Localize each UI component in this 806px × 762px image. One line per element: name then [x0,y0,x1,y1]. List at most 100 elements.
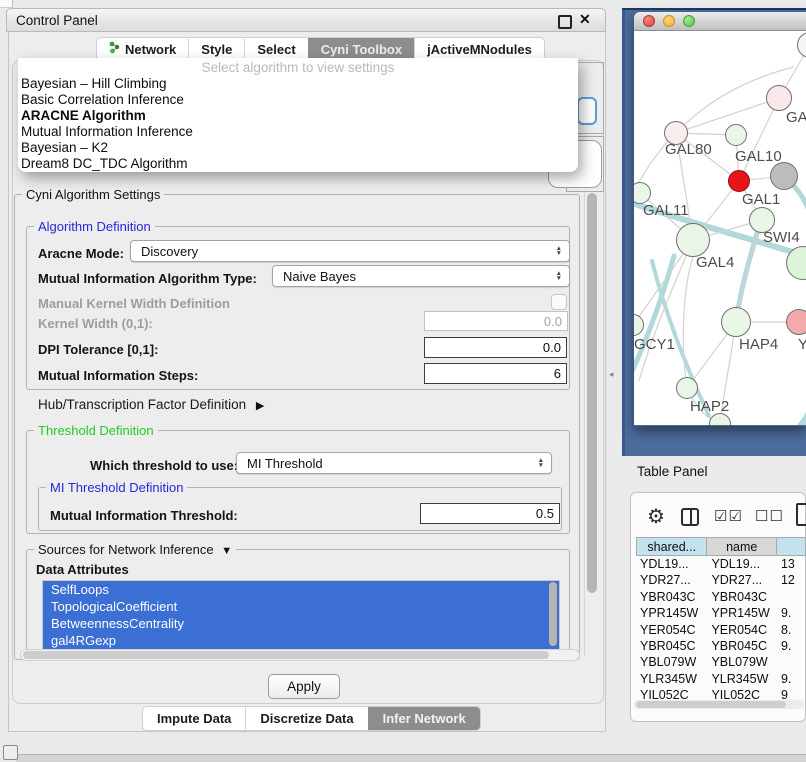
mi-steps-input[interactable]: 6 [424,363,567,384]
tab-label: Network [125,42,176,57]
data-attributes-list[interactable]: SelfLoopsTopologicalCoefficientBetweenne… [42,580,560,650]
screenshot-stage: Control Panel ✕ NetworkStyleSelectCyni T… [0,0,806,762]
node-hap4[interactable] [721,307,751,337]
bottom-tab-impute-data[interactable]: Impute Data [143,707,245,730]
minimize-traffic-light[interactable] [663,15,675,27]
table-cell: 9. [777,671,806,687]
tab-select[interactable]: Select [244,38,307,60]
node-label-gal80: GAL80 [665,141,712,158]
mi-threshold-label: Mutual Information Threshold: [50,508,238,523]
close-icon[interactable]: ✕ [579,11,591,28]
node-selected-red[interactable] [728,170,750,192]
table-row[interactable]: YDL19...YDL19...13 [636,556,806,572]
bottom-tab-discretize-data[interactable]: Discretize Data [245,707,367,730]
node-label-hap4: HAP4 [739,336,778,353]
column-layout-icon[interactable] [681,508,699,526]
attribute-item[interactable]: BetweennessCentrality [43,615,559,632]
settings-horizontal-scrollbar-thumb[interactable] [23,651,549,659]
kernel-width-input[interactable]: 0.0 [424,311,568,331]
tab-label: Select [257,42,295,57]
bottom-tab-infer-network[interactable]: Infer Network [368,707,480,730]
table-cell: YDR27... [707,572,777,588]
attribute-item[interactable]: gal4RGexp [43,632,559,649]
deselect-checkboxes-icon[interactable]: ☐☐ [755,507,784,525]
node-gray[interactable] [770,162,798,190]
table-row[interactable]: YER054CYER054C8. [636,622,806,638]
expanded-arrow-icon: ▼ [221,545,232,557]
node-label-gal10: GAL10 [735,148,782,165]
panel-resize-handle[interactable]: ◂ [609,369,614,380]
dropdown-item[interactable]: Dream8 DC_TDC Algorithm [18,156,578,172]
tab-network[interactable]: Network [97,38,188,60]
close-traffic-light[interactable] [643,15,655,27]
apply-button[interactable]: Apply [268,674,340,699]
node-label-y: Y [798,336,806,353]
dropdown-item[interactable]: Mutual Information Inference [18,124,578,140]
focused-combo-stepper-fragment[interactable] [577,97,597,125]
dpi-tolerance-input[interactable]: 0.0 [424,337,567,358]
node-gal-cut[interactable] [766,85,792,111]
node-gal10[interactable] [725,124,747,146]
network-canvas[interactable]: GALGAL80GAL10GAL1GAL11SWI4GAL4GCY1HAP4YH… [634,31,806,425]
hub-definition-toggle[interactable]: Hub/Transcription Factor Definition ▶ [38,397,264,412]
table-row[interactable]: YDR27...YDR27...12 [636,572,806,588]
settings-scrollbar-thumb[interactable] [587,193,597,593]
stepper-icon: ▲▼ [556,246,569,256]
table-cell: YDL19... [636,556,707,572]
mi-threshold-input[interactable]: 0.5 [420,503,560,524]
table-panel-title: Table Panel [637,464,708,479]
sources-title: Sources for Network Inference [38,542,214,557]
table-cell: YLR345W [636,671,707,687]
attribute-item[interactable]: TopologicalCoefficient [43,598,559,615]
which-threshold-select[interactable]: MI Threshold ▲▼ [236,452,552,474]
dropdown-placeholder: Select algorithm to view settings [18,60,578,76]
bottom-tabbar: Impute DataDiscretize DataInfer Network [142,706,481,731]
table-row[interactable]: YBR045CYBR045C9. [636,638,806,654]
float-window-icon[interactable] [558,15,572,29]
collapsed-arrow-icon: ▶ [256,400,264,412]
attributes-list-scrollbar-thumb[interactable] [549,582,557,646]
table-cell: YBL079W [636,654,707,670]
mi-type-select[interactable]: Naive Bayes ▲▼ [272,265,570,287]
sources-title-toggle[interactable]: Sources for Network Inference ▼ [34,542,236,557]
dropdown-item[interactable]: Bayesian – K2 [18,140,578,156]
tab-cyni-toolbox[interactable]: Cyni Toolbox [308,38,414,60]
mi-type-value: Naive Bayes [273,269,356,284]
stepper-icon: ▲▼ [556,271,569,281]
table-rows: YDL19...YDL19...13YDR27...YDR27...12YBR0… [636,556,806,703]
column-header[interactable]: name [707,537,777,556]
tab-label: Cyni Toolbox [321,42,402,57]
node-hap2[interactable] [676,377,698,399]
tab-style[interactable]: Style [188,38,244,60]
column-header[interactable] [777,537,806,556]
table-row[interactable]: YPR145WYPR145W9. [636,605,806,621]
network-window-titlebar[interactable] [634,12,806,31]
tab-jactivemnodules[interactable]: jActiveMNodules [414,38,544,60]
node-pink[interactable] [786,309,806,335]
table-horizontal-scrollbar-thumb[interactable] [636,701,786,708]
new-table-icon[interactable] [796,503,806,526]
dropdown-item[interactable]: Bayesian – Hill Climbing [18,76,578,92]
table-row[interactable]: YBR043CYBR043C [636,589,806,605]
table-header-row: shared...name [636,537,806,556]
dropdown-item[interactable]: Basic Correlation Inference [18,92,578,108]
bottom-left-icon[interactable] [3,745,18,760]
gear-icon[interactable]: ⚙ [647,504,665,529]
node-gal4[interactable] [676,223,710,257]
hub-definition-label: Hub/Transcription Factor Definition [38,397,246,412]
table-row[interactable]: YBL079WYBL079W [636,654,806,670]
attribute-item[interactable]: SelfLoops [43,581,559,598]
table-cell: 9. [777,605,806,621]
dropdown-item[interactable]: ARACNE Algorithm [18,108,578,124]
table-cell: YBR043C [707,589,777,605]
table-row[interactable]: YLR345WYLR345W9. [636,671,806,687]
column-header[interactable]: shared... [636,537,707,556]
zoom-traffic-light[interactable] [683,15,695,27]
table-cell: YLR345W [707,671,777,687]
select-all-checkboxes-icon[interactable]: ☑☑ [714,507,743,525]
stepper-icon: ▲▼ [538,458,551,468]
aracne-mode-select[interactable]: Discovery ▲▼ [130,240,570,262]
manual-kernel-checkbox[interactable] [551,294,567,310]
mi-type-label: Mutual Information Algorithm Type: [38,271,257,286]
node-label-gal: GAL [786,109,806,126]
